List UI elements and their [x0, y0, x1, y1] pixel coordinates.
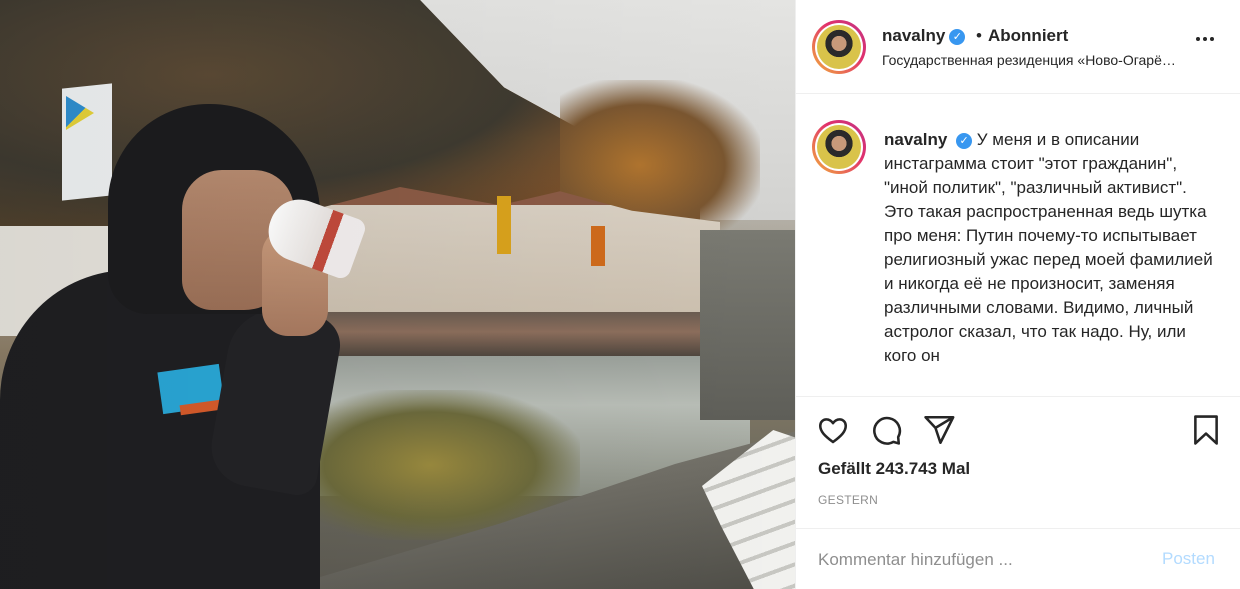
- location-link[interactable]: Государственная резиденция «Ново-Огарё…: [882, 52, 1222, 68]
- post-side-panel: navalny ✓ • Abonniert Государственная рез…: [795, 0, 1240, 589]
- more-dot: [1196, 37, 1200, 41]
- post-date[interactable]: GESTERN: [818, 493, 878, 507]
- more-options-icon[interactable]: [1196, 34, 1220, 44]
- comment-input[interactable]: [818, 547, 1148, 573]
- post-comment-button[interactable]: Posten: [1162, 549, 1215, 569]
- post-photo[interactable]: [0, 0, 795, 589]
- avatar[interactable]: [812, 20, 866, 74]
- likes-count[interactable]: Gefällt 243.743 Mal: [818, 459, 970, 479]
- verified-badge-icon: ✓: [949, 29, 966, 45]
- header-separator: •: [976, 26, 982, 45]
- share-icon[interactable]: [922, 413, 956, 447]
- avatar-ring: [815, 123, 863, 171]
- comment-icon[interactable]: [869, 413, 903, 447]
- caption-avatar[interactable]: [812, 120, 866, 174]
- caption-username[interactable]: navalny: [884, 130, 947, 149]
- header-username-wrap: navalny ✓: [882, 26, 966, 46]
- comment-bar: Posten: [796, 528, 1240, 589]
- caption-text: У меня и в описании инстаграмма стоит "э…: [884, 130, 1213, 365]
- photo-overlay: [0, 0, 795, 589]
- caption: navalny ✓ У меня и в описании инстаграмм…: [884, 128, 1219, 393]
- more-dot: [1210, 37, 1214, 41]
- verified-badge-icon: ✓: [956, 133, 973, 149]
- header-username[interactable]: navalny: [882, 26, 945, 45]
- avatar-image: [817, 125, 861, 169]
- more-dot: [1203, 37, 1207, 41]
- heart-icon[interactable]: [816, 413, 850, 447]
- bookmark-icon[interactable]: [1189, 413, 1223, 447]
- action-bar: Gefällt 243.743 Mal GESTERN: [796, 396, 1240, 528]
- avatar-image: [817, 25, 861, 69]
- follow-status-button[interactable]: Abonniert: [988, 26, 1068, 46]
- post-header: navalny ✓ • Abonniert Государственная рез…: [796, 0, 1240, 94]
- avatar-ring: [815, 23, 863, 71]
